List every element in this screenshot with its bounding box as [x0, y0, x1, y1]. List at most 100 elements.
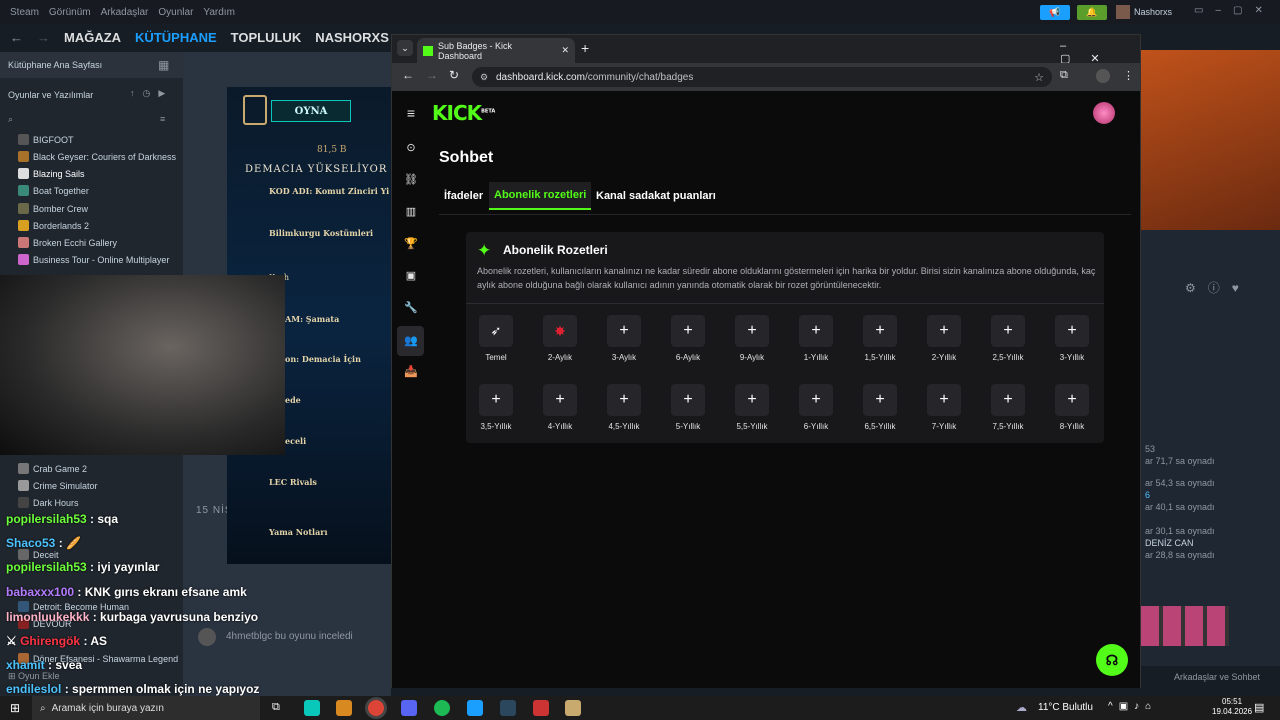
- video-icon[interactable]: ▣: [403, 268, 419, 284]
- kick-logo[interactable]: KICKBETA: [432, 101, 495, 125]
- list-item[interactable]: on: Demacia İçin: [285, 354, 361, 364]
- tray-icons[interactable]: ^▣♪⌂: [1108, 701, 1157, 712]
- search-icon[interactable]: ⌕: [8, 114, 13, 125]
- list-item[interactable]: Blazing Sails: [18, 168, 85, 179]
- weather-text[interactable]: 11°C Bulutlu: [1038, 702, 1093, 713]
- badge-slot[interactable]: +7-Yıllık: [919, 384, 969, 431]
- discord-app-icon[interactable]: [401, 700, 417, 716]
- badge-slot[interactable]: +5-Yıllık: [663, 384, 713, 431]
- app-icon[interactable]: [336, 700, 352, 716]
- friends-chat-button[interactable]: Arkadaşlar ve Sohbet: [1174, 672, 1260, 682]
- tab-loyalty-points[interactable]: Kanal sadakat puanları: [591, 182, 721, 210]
- badge-slot[interactable]: +2,5-Yıllık: [983, 315, 1033, 362]
- support-chat-button[interactable]: ☊: [1096, 644, 1128, 676]
- library-filter[interactable]: Oyunlar ve Yazılımlar: [8, 90, 93, 100]
- inbox-icon[interactable]: 📥: [403, 364, 419, 380]
- notification-center-icon[interactable]: ▤: [1254, 701, 1264, 714]
- bookmark-star-icon[interactable]: ☆: [1034, 71, 1044, 84]
- grid-icon[interactable]: ▦: [158, 58, 169, 72]
- library-home[interactable]: Kütüphane Ana Sayfası: [0, 52, 183, 78]
- window-controls[interactable]: ▭–▢✕: [1194, 5, 1275, 16]
- hamburger-icon[interactable]: ≡: [403, 105, 419, 121]
- badge-slot[interactable]: +6-Aylık: [663, 315, 713, 362]
- nav-store[interactable]: MAĞAZA: [64, 30, 121, 45]
- badge-slot[interactable]: +1,5-Yıllık: [855, 315, 905, 362]
- broadcast-icon[interactable]: ⊙: [403, 140, 419, 156]
- steam-username[interactable]: Nashorxs: [1134, 7, 1172, 17]
- clock[interactable]: 05:51 19.04.2026: [1212, 697, 1252, 717]
- badge-slot[interactable]: +7,5-Yıllık: [983, 384, 1033, 431]
- list-item[interactable]: Bilimkurgu Kostümleri: [269, 228, 373, 238]
- list-item[interactable]: Crime Simulator: [18, 480, 98, 491]
- badge-slot[interactable]: +3,5-Yıllık: [471, 384, 521, 431]
- nav-library[interactable]: KÜTÜPHANE: [135, 30, 217, 45]
- menu-friends[interactable]: Arkadaşlar: [101, 7, 149, 18]
- list-item[interactable]: Boat Together: [18, 185, 89, 196]
- app-icon[interactable]: [467, 700, 483, 716]
- site-info-icon[interactable]: ⚙: [480, 72, 488, 83]
- close-tab-icon[interactable]: ✕: [561, 45, 569, 56]
- list-item[interactable]: Black Geyser: Couriers of Darkness: [18, 151, 176, 162]
- menu-view[interactable]: Görünüm: [49, 7, 91, 18]
- address-bar[interactable]: ⚙ dashboard.kick.com/community/chat/badg…: [472, 67, 1052, 87]
- list-item[interactable]: KOD ADI: Komut Zinciri Yi: [269, 186, 389, 196]
- task-view-icon[interactable]: ⧉: [272, 701, 280, 714]
- nav-community[interactable]: TOPLULUK: [231, 30, 302, 45]
- window-controls[interactable]: –▢✕: [1060, 40, 1140, 65]
- announce-icon[interactable]: 📢: [1040, 5, 1070, 20]
- tab-emotes[interactable]: İfadeler: [439, 182, 488, 210]
- back-arrow-icon[interactable]: ←: [10, 30, 23, 45]
- lol-app-icon[interactable]: [565, 700, 581, 716]
- forward-arrow-icon[interactable]: →: [37, 30, 50, 45]
- list-item[interactable]: Crab Game 2: [18, 463, 87, 474]
- analytics-icon[interactable]: ▥: [403, 204, 419, 220]
- lol-app-icon[interactable]: [304, 700, 320, 716]
- list-item[interactable]: Bomber Crew: [18, 203, 88, 214]
- list-item[interactable]: LEC Rivals: [269, 477, 317, 487]
- users-icon[interactable]: 👥: [403, 333, 419, 349]
- badge-slot[interactable]: +3-Aylık: [599, 315, 649, 362]
- nav-profile[interactable]: NASHORXS: [315, 30, 389, 45]
- tab-search-icon[interactable]: ⌄: [397, 40, 413, 56]
- badge-slot[interactable]: +8-Yıllık: [1047, 384, 1097, 431]
- badge-slot[interactable]: +4,5-Yıllık: [599, 384, 649, 431]
- windows-start-icon[interactable]: ⊞: [10, 701, 20, 715]
- forward-arrow-icon[interactable]: →: [426, 68, 438, 82]
- badge-slot[interactable]: ✸ 2-Aylık: [535, 315, 585, 362]
- badge-slot[interactable]: +5,5-Yıllık: [727, 384, 777, 431]
- sort-icons[interactable]: ↑◷▶: [130, 88, 173, 99]
- extensions-icon[interactable]: ⧉: [1060, 69, 1068, 82]
- spotify-app-icon[interactable]: [434, 700, 450, 716]
- user-avatar[interactable]: [1116, 5, 1130, 19]
- list-item[interactable]: ede: [285, 395, 301, 405]
- badge-slot[interactable]: +6,5-Yıllık: [855, 384, 905, 431]
- trophy-icon[interactable]: 🏆: [403, 236, 419, 252]
- steam-app-icon[interactable]: [500, 700, 516, 716]
- notification-icon[interactable]: 🔔: [1077, 5, 1107, 20]
- badge-slot[interactable]: +3-Yıllık: [1047, 315, 1097, 362]
- list-item[interactable]: Borderlands 2: [18, 220, 89, 231]
- link-icon[interactable]: ⛓: [403, 172, 419, 188]
- badge-slot[interactable]: ➶ Temel: [471, 315, 521, 362]
- filter-icon[interactable]: ≡: [160, 114, 165, 124]
- chrome-app-icon[interactable]: [368, 700, 384, 716]
- taskbar-search[interactable]: ⌕ Aramak için buraya yazın: [32, 696, 260, 720]
- settings-icons[interactable]: ⚙ⓘ♥: [1185, 279, 1251, 296]
- browser-tab[interactable]: Sub Badges - Kick Dashboard ✕: [417, 38, 575, 63]
- new-tab-icon[interactable]: +: [581, 40, 589, 56]
- back-arrow-icon[interactable]: ←: [402, 68, 414, 82]
- avatar[interactable]: [1093, 102, 1115, 124]
- menu-dots-icon[interactable]: ⋮: [1123, 69, 1134, 82]
- menu-steam[interactable]: Steam: [10, 7, 39, 18]
- badge-slot[interactable]: +6-Yıllık: [791, 384, 841, 431]
- wrench-icon[interactable]: 🔧: [403, 300, 419, 316]
- badge-slot[interactable]: +4-Yıllık: [535, 384, 585, 431]
- reload-icon[interactable]: ↻: [449, 68, 459, 82]
- list-item[interactable]: BIGFOOT: [18, 134, 74, 145]
- play-button[interactable]: OYNA: [271, 100, 351, 122]
- app-icon[interactable]: [533, 700, 549, 716]
- list-item[interactable]: Broken Ecchi Gallery: [18, 237, 117, 248]
- list-item[interactable]: AM: Şamata: [285, 314, 339, 324]
- menu-games[interactable]: Oyunlar: [158, 7, 193, 18]
- menu-help[interactable]: Yardım: [203, 7, 235, 18]
